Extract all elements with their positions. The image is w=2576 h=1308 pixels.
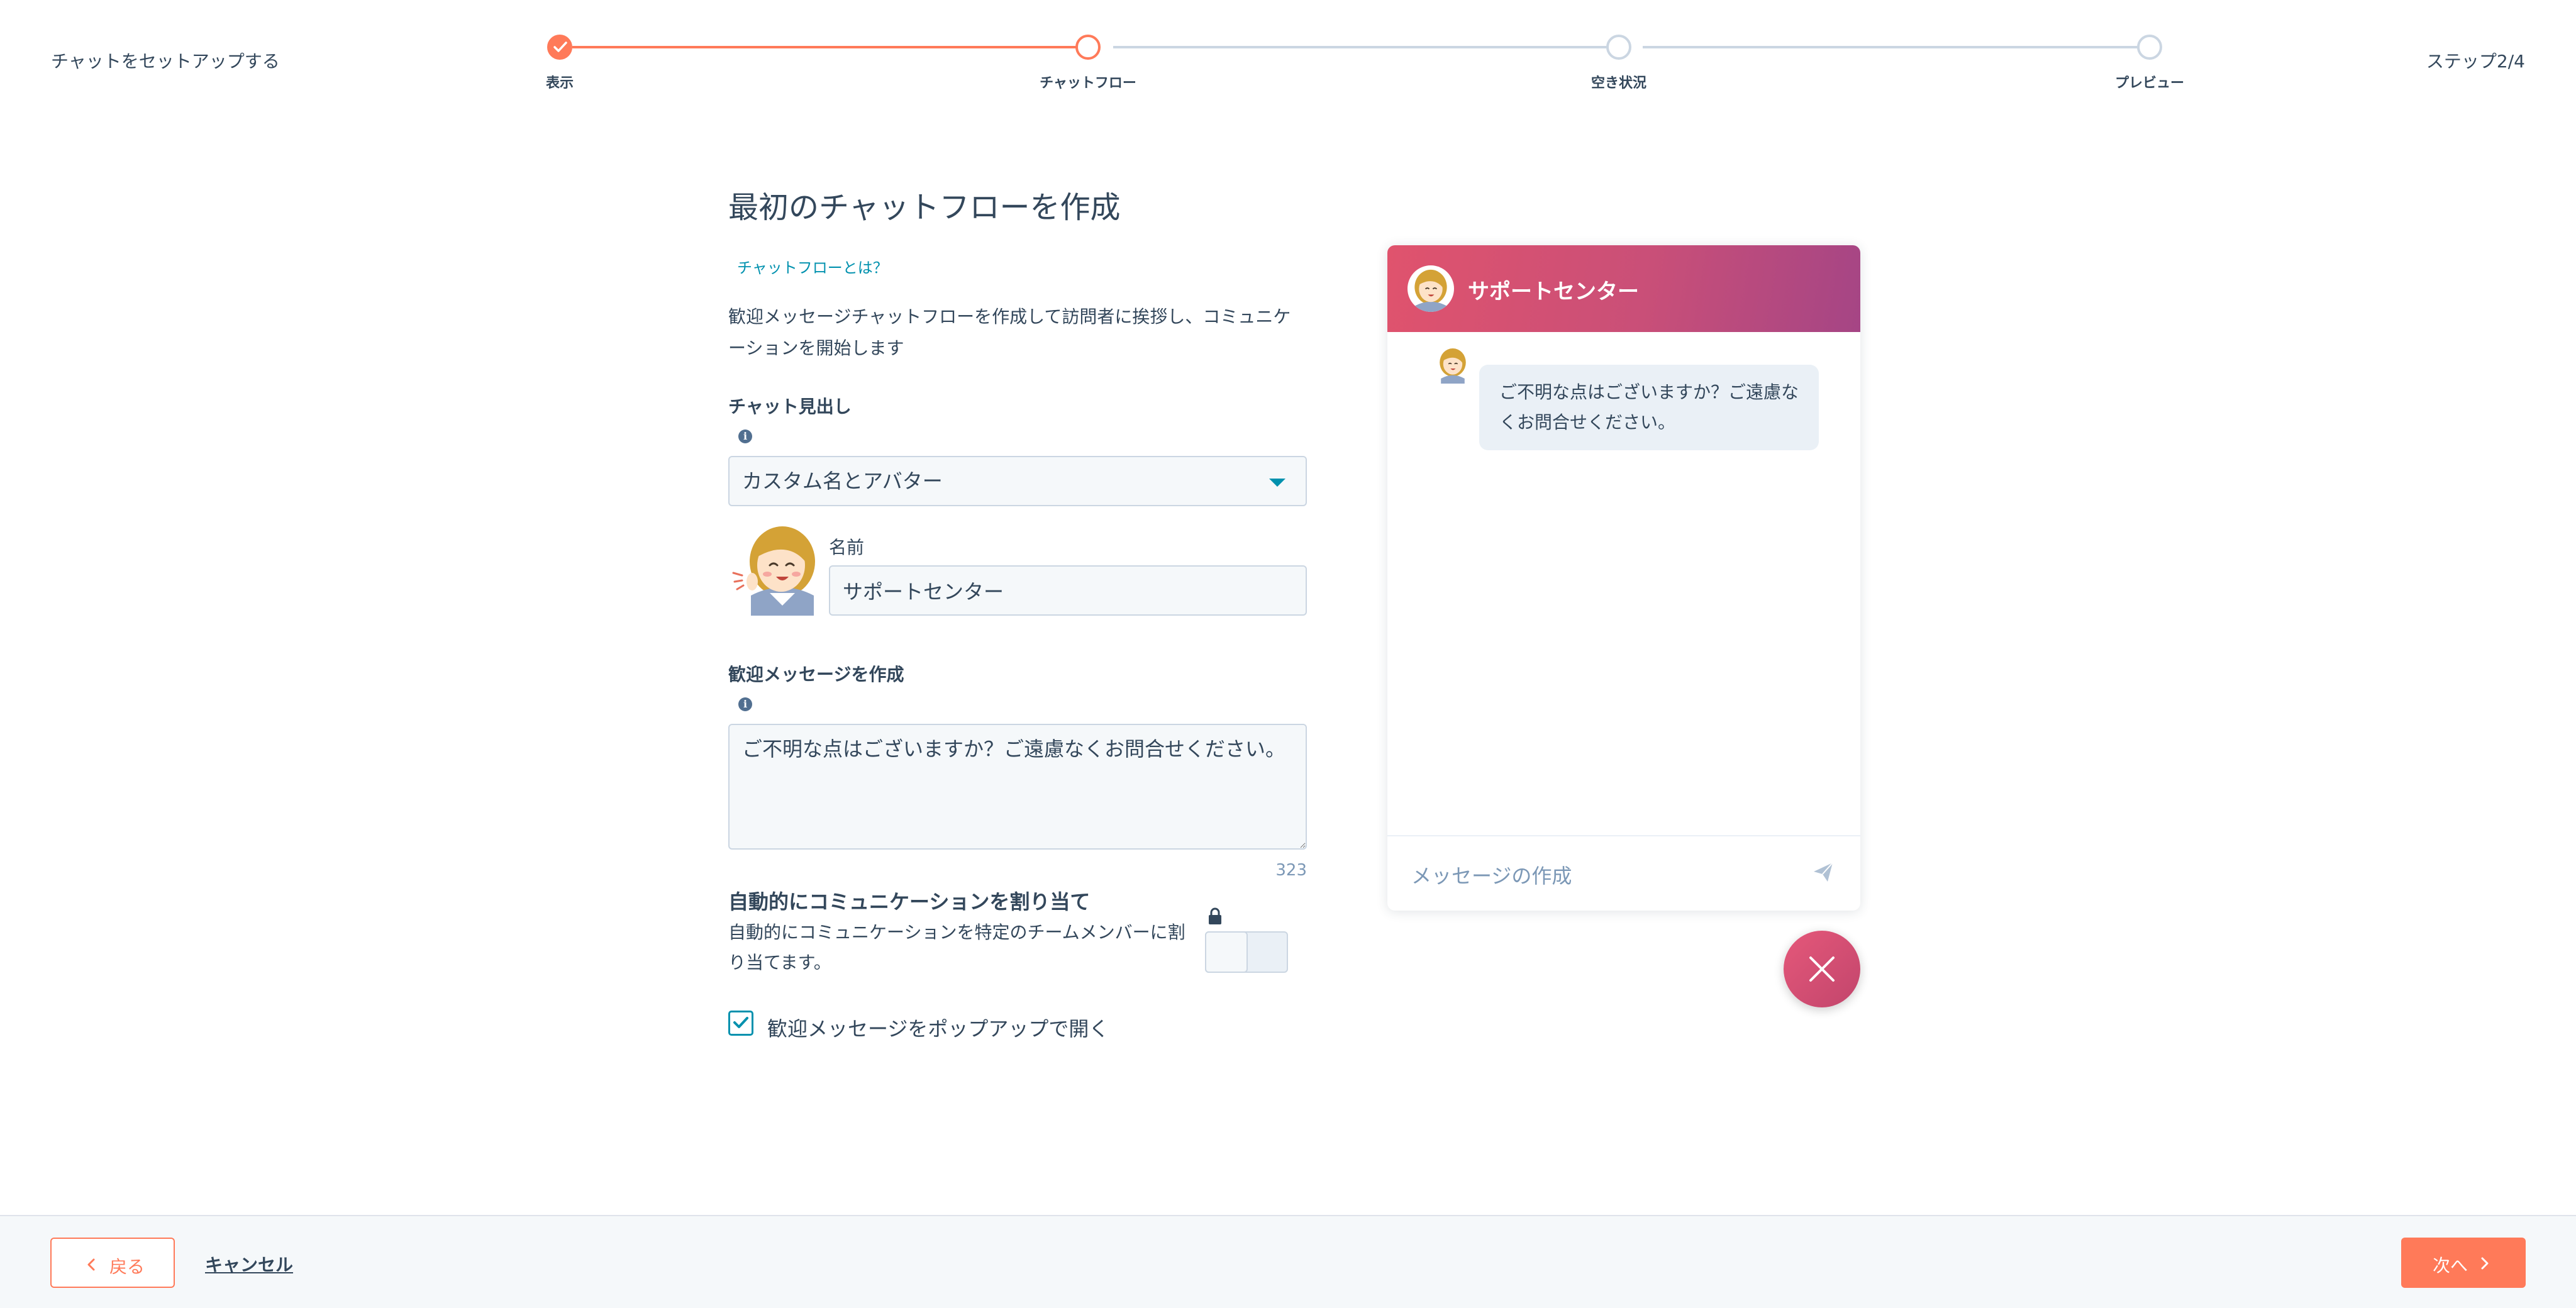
step-1-check-icon <box>547 35 572 60</box>
composer-divider <box>1387 835 1860 836</box>
stepper-track <box>1113 46 1618 48</box>
info-icon[interactable]: i <box>738 430 752 443</box>
check-icon <box>733 1017 748 1028</box>
close-chat-button[interactable] <box>1784 931 1860 1007</box>
welcome-message-label: 歓迎メッセージを作成 <box>728 664 904 685</box>
chevron-left-icon <box>87 1258 95 1271</box>
message-composer[interactable]: メッセージの作成 <box>1411 860 1572 889</box>
welcome-message-bubble: ご不明な点はございますか？ご遠慮なくお問合せください。 <box>1479 365 1819 450</box>
what-is-chatflow-link[interactable]: チャットフローとは？ <box>737 255 888 277</box>
stepper-track <box>1643 46 2150 48</box>
agent-avatar-icon[interactable] <box>728 521 823 616</box>
message-avatar-icon <box>1440 348 1466 384</box>
step-label-display: 表示 <box>545 75 574 91</box>
caret-down-icon <box>1269 479 1285 487</box>
chatflow-form: 最初のチャットフローを作成 チャットフローとは？ 歓迎メッセージチャットフローを… <box>728 182 1307 1042</box>
chat-avatar-icon <box>1407 265 1454 312</box>
back-button-label: 戻る <box>109 1256 145 1277</box>
next-button[interactable]: 次へ <box>2401 1238 2526 1288</box>
chat-heading-label: チャット見出し <box>728 396 852 417</box>
auto-assign-title: 自動的にコミュニケーションを割り当て <box>728 890 1091 914</box>
cancel-link[interactable]: キャンセル <box>205 1251 293 1277</box>
chat-header: サポートセンター <box>1387 245 1860 332</box>
stepper-track-done <box>572 46 1088 48</box>
chat-heading-select-value: カスタム名とアバター <box>742 469 943 493</box>
step-4-dot <box>2137 35 2162 60</box>
footer-bar: 戻る キャンセル 次へ <box>0 1215 2576 1308</box>
popup-option[interactable]: 歓迎メッセージをポップアップで開く <box>728 1004 1307 1042</box>
send-icon[interactable] <box>1813 862 1834 883</box>
chat-name: サポートセンター <box>1468 279 1639 304</box>
lock-icon <box>1209 907 1221 924</box>
close-icon <box>1809 956 1835 982</box>
chevron-right-icon <box>2481 1257 2489 1270</box>
next-button-label: 次へ <box>2433 1255 2468 1276</box>
welcome-message-textarea[interactable]: ご不明な点はございますか？ご遠慮なくお問合せください。 <box>728 724 1307 850</box>
step-label-chatflow: チャットフロー <box>1040 75 1136 91</box>
intro-text: 歓迎メッセージチャットフローを作成して訪問者に挨拶し、コミュニケーションを開始し… <box>728 306 1291 358</box>
auto-assign-toggle[interactable] <box>1205 931 1288 973</box>
name-input[interactable] <box>829 565 1307 616</box>
name-label: 名前 <box>829 537 865 558</box>
popup-checkbox[interactable] <box>728 1011 753 1036</box>
back-button[interactable]: 戻る <box>50 1238 175 1288</box>
name-row: 名前 <box>728 521 1307 622</box>
info-icon[interactable]: i <box>738 697 752 711</box>
toggle-knob <box>1205 931 1248 973</box>
auto-assign-section: 自動的にコミュニケーションを割り当て 自動的にコミュニケーションを特定のチームメ… <box>728 886 1307 987</box>
step-label-preview: プレビュー <box>2114 75 2185 91</box>
chat-heading-select[interactable]: カスタム名とアバター <box>728 456 1307 506</box>
step-3-dot <box>1606 35 1631 60</box>
popup-label: 歓迎メッセージをポップアップで開く <box>767 1017 1109 1041</box>
page-title: 最初のチャットフローを作成 <box>728 190 1121 225</box>
step-label-availability: 空き状況 <box>1591 75 1647 91</box>
auto-assign-description: 自動的にコミュニケーションを特定のチームメンバーに割り当てます。 <box>728 922 1185 973</box>
chat-widget-preview: サポートセンター ご不明な点はございますか？ご遠慮なくお問合せください。 メッセ… <box>1387 245 1860 911</box>
step-2-dot <box>1075 35 1101 60</box>
char-count: 323 <box>1275 861 1307 880</box>
progress-stepper: 表示 チャットフロー 空き状況 プレビュー <box>0 0 2576 101</box>
